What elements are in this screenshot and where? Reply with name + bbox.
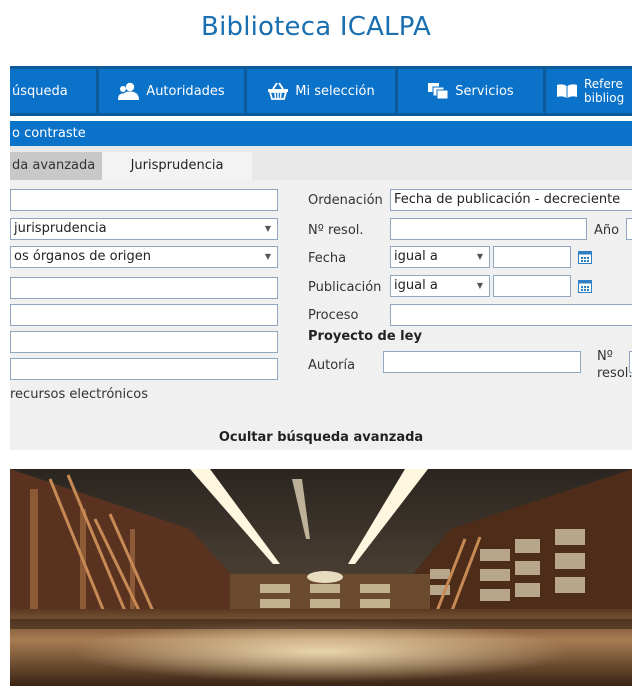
nav-search-button[interactable]: úsqueda (10, 69, 96, 113)
advanced-search-form: jurisprudencia ▼ os órganos de origen ▼ … (10, 180, 632, 450)
chevron-down-icon: ▼ (264, 252, 271, 261)
author-input[interactable] (383, 351, 581, 373)
main-navigation: úsqueda Autoridades Mi selección Servici… (10, 66, 632, 116)
hide-advanced-search-link[interactable]: Ocultar búsqueda avanzada (10, 430, 632, 445)
tab-advanced-search[interactable]: da avanzada (10, 152, 102, 180)
year-label: Año (594, 223, 620, 238)
site-title: Biblioteca ICALPA (201, 12, 431, 42)
nav-authorities-button[interactable]: Autoridades (99, 69, 244, 113)
type-select-value: jurisprudencia (14, 221, 107, 236)
users-icon (118, 82, 140, 100)
date-operator-select[interactable]: igual a ▼ (390, 246, 490, 268)
search-text-field-1[interactable] (10, 189, 278, 211)
type-select[interactable]: jurisprudencia ▼ (10, 218, 278, 240)
library-interior-image (10, 469, 632, 686)
search-text-field-2[interactable] (10, 277, 278, 299)
bill-resolution-label-line1: Nº (597, 349, 613, 364)
organ-select-value: os órganos de origen (14, 249, 152, 264)
publication-operator-select[interactable]: igual a ▼ (390, 275, 490, 297)
book-icon (557, 84, 577, 98)
publication-label: Publicación (308, 280, 382, 295)
chevron-down-icon: ▼ (476, 281, 483, 290)
nav-services-button[interactable]: Servicios (398, 69, 543, 113)
nav-services-label: Servicios (455, 83, 514, 99)
date-input[interactable] (493, 246, 571, 268)
publication-operator-value: igual a (394, 278, 438, 293)
publication-date-input[interactable] (493, 275, 571, 297)
nav-search-label: úsqueda (12, 83, 68, 99)
resolution-label: Nº resol. (308, 223, 364, 238)
search-text-field-5[interactable] (10, 358, 278, 380)
resolution-number-input[interactable] (390, 218, 587, 240)
calendar-icon[interactable] (578, 279, 592, 293)
calendar-icon[interactable] (578, 250, 592, 264)
process-input[interactable] (390, 304, 632, 326)
nav-selection-button[interactable]: Mi selección (247, 69, 395, 113)
organ-select[interactable]: os órganos de origen ▼ (10, 246, 278, 268)
electronic-resources-option[interactable]: recursos electrónicos (10, 387, 148, 402)
nav-selection-label: Mi selección (295, 83, 375, 99)
nav-references-label-line2: bibliog (584, 91, 625, 105)
chevron-down-icon: ▼ (264, 224, 271, 233)
author-label: Autoría (308, 358, 356, 373)
basket-icon (268, 82, 289, 100)
search-text-field-4[interactable] (10, 331, 278, 353)
year-input[interactable] (626, 218, 632, 240)
order-select[interactable]: Fecha de publicación - decreciente (390, 189, 632, 211)
library-hero-image (10, 469, 632, 686)
contrast-label: o contraste (12, 126, 86, 141)
nav-references-label-line1: Refere (584, 77, 623, 91)
search-tabs: da avanzada Jurisprudencia (10, 146, 632, 180)
contrast-toggle[interactable]: o contraste (10, 121, 632, 146)
order-select-value: Fecha de publicación - decreciente (394, 192, 621, 207)
bill-resolution-label-line2: resol. (597, 366, 632, 381)
date-operator-value: igual a (394, 249, 438, 264)
bill-section-heading: Proyecto de ley (308, 329, 422, 344)
search-text-field-3[interactable] (10, 304, 278, 326)
windows-icon (428, 83, 449, 100)
order-label: Ordenación (308, 193, 383, 208)
tab-jurisprudence[interactable]: Jurisprudencia (102, 152, 252, 180)
nav-references-button[interactable]: Refere bibliog (546, 69, 632, 113)
process-label: Proceso (308, 308, 359, 323)
chevron-down-icon: ▼ (476, 252, 483, 261)
bill-resolution-label: Nº resol. (597, 348, 632, 382)
date-label: Fecha (308, 251, 347, 266)
nav-authorities-label: Autoridades (146, 83, 225, 99)
